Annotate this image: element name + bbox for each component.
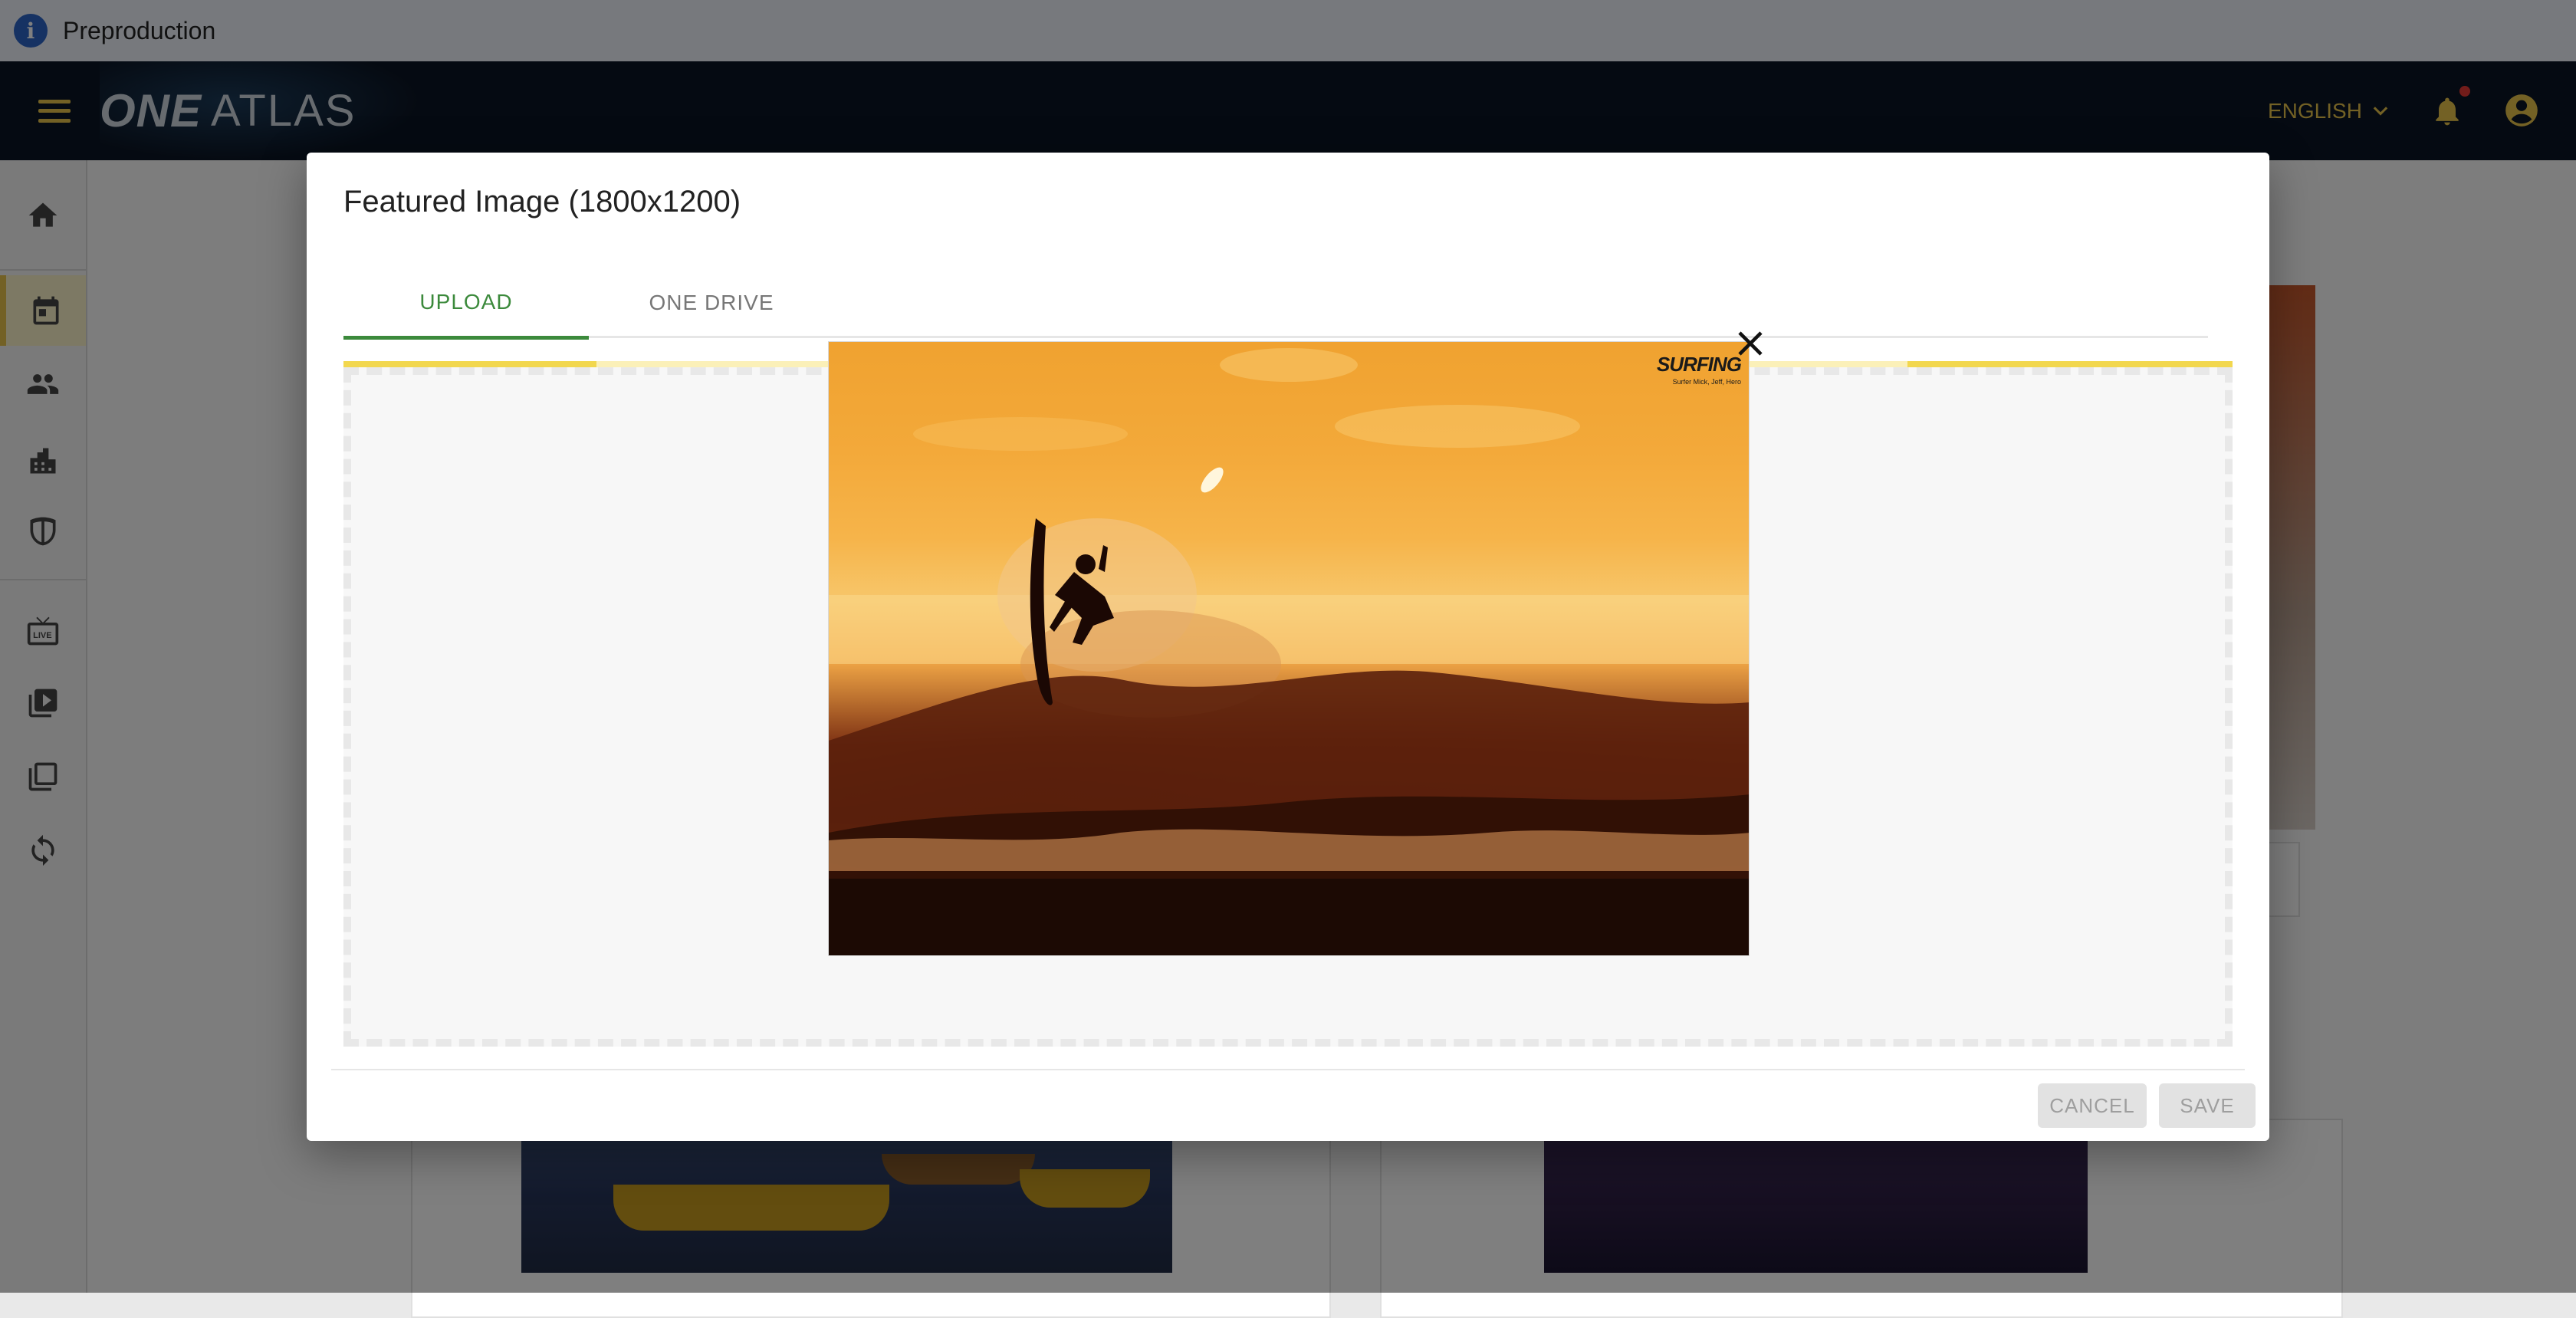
preview-watermark: SURFING Surfer Mick, Jeff, Hero [1657,353,1742,386]
tab-upload[interactable]: UPLOAD [343,268,589,340]
cancel-button[interactable]: CANCEL [2038,1083,2147,1128]
image-preview: SURFING Surfer Mick, Jeff, Hero [828,341,1750,956]
dialog-title: Featured Image (1800x1200) [343,185,741,219]
featured-image-dialog: Featured Image (1800x1200) UPLOAD ONE DR… [307,153,2269,1141]
footer-divider [331,1069,2245,1070]
watermark-title: SURFING [1657,353,1742,376]
surfer-photo [829,348,1749,955]
tab-one-drive[interactable]: ONE DRIVE [589,268,834,338]
tab-bar: UPLOAD ONE DRIVE [343,268,2208,340]
save-button[interactable]: SAVE [2159,1083,2256,1128]
watermark-subtitle: Surfer Mick, Jeff, Hero [1672,378,1741,386]
close-icon[interactable] [1734,327,1766,360]
